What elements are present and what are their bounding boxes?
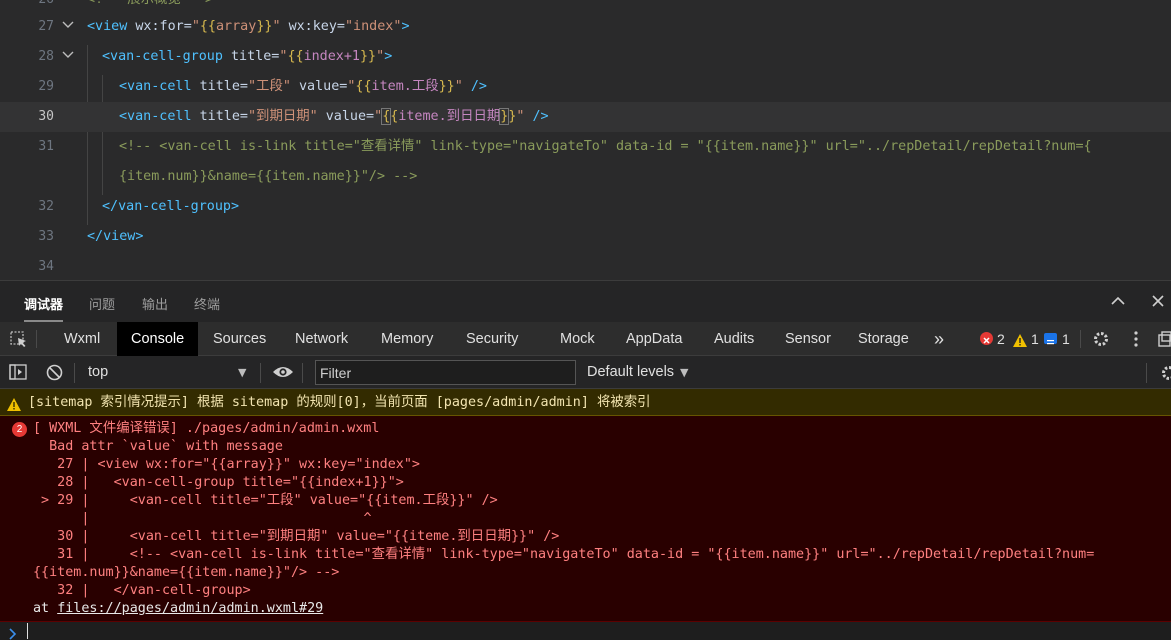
console-toolbar: top ▼ Default levels ▼ [0, 356, 1171, 389]
divider [260, 363, 261, 383]
warning-icon [7, 396, 21, 415]
sidebar-toggle-icon[interactable] [9, 364, 27, 384]
devtools-tab-bar: Wxml Console Sources Network Memory Secu… [0, 322, 1171, 356]
chevron-down-icon[interactable]: ▼ [680, 356, 688, 389]
error-line: > 29 | <van-cell title="工段" value="{{ite… [33, 493, 498, 508]
text-cursor [27, 623, 28, 639]
code-text: <!-- <van-cell is-link title="查看详情" link… [119, 139, 1092, 154]
console-prompt[interactable] [0, 622, 1171, 640]
code-text: {item.num}}&name={{item.name}}"/> --> [119, 169, 418, 184]
code-text: </van-cell-group> [102, 199, 240, 214]
divider [302, 363, 303, 383]
warning-text: [sitemap 索引情况提示] 根据 sitemap 的规则[0]，当前页面 … [28, 395, 651, 410]
code-line[interactable]: 32 </van-cell-group> [0, 192, 1171, 222]
line-number: 33 [38, 229, 54, 244]
settings-gear-icon[interactable] [1092, 330, 1110, 352]
line-number: 32 [38, 199, 54, 214]
code-text: <view wx:for="{{array}}" wx:key="index"> [87, 19, 410, 34]
inspect-element-icon[interactable] [10, 331, 28, 353]
prompt-chevron-icon [9, 625, 17, 640]
tab-mock[interactable]: Mock [546, 322, 609, 356]
console-error-message[interactable]: 2 [ WXML 文件编译错误] ./pages/admin/admin.wxm… [0, 416, 1171, 622]
error-line: Bad attr `value` with message [33, 439, 283, 454]
divider [36, 330, 37, 348]
filter-input[interactable] [315, 360, 576, 385]
line-number: 30 [38, 109, 54, 124]
line-number: 31 [38, 139, 54, 154]
error-line: 31 | <!-- <van-cell is-link title="查看详情"… [33, 547, 1095, 562]
code-line[interactable]: 27 <view wx:for="{{array}}" wx:key="inde… [0, 12, 1171, 42]
close-icon[interactable] [1150, 293, 1166, 313]
code-line[interactable]: 29 <van-cell title="工段" value="{{item.工段… [0, 72, 1171, 102]
context-selector[interactable]: top [88, 356, 108, 389]
code-text: <van-cell title="到期日期" value="{{iteme.到日… [119, 108, 549, 125]
error-line: | ^ [33, 511, 372, 526]
divider [1080, 330, 1081, 348]
code-text: </view> [87, 229, 144, 244]
error-count-badge: 2 [12, 422, 27, 437]
chevron-down-icon[interactable] [62, 42, 76, 72]
info-message-icon [1044, 333, 1057, 345]
code-line[interactable]: 31 <!-- <van-cell is-link title="查看详情" l… [0, 132, 1171, 162]
tab-network[interactable]: Network [281, 322, 362, 356]
console-settings-gear-icon[interactable] [1160, 364, 1171, 386]
divider [74, 363, 75, 383]
tab-sources[interactable]: Sources [199, 322, 280, 356]
clear-console-icon[interactable] [46, 364, 63, 385]
tab-security[interactable]: Security [452, 322, 532, 356]
warning-icon [1013, 332, 1027, 351]
line-number: 29 [38, 79, 54, 94]
line-number: 27 [38, 19, 54, 34]
console-output[interactable]: [sitemap 索引情况提示] 根据 sitemap 的规则[0]，当前页面 … [0, 389, 1171, 640]
tab-sensor[interactable]: Sensor [771, 322, 845, 356]
code-line[interactable]: 28 <van-cell-group title="{{index+1}}"> [0, 42, 1171, 72]
error-location: at files://pages/admin/admin.wxml#29 [33, 600, 323, 618]
code-editor[interactable]: 26 <!-- 展示概览 --> 27 <view wx:for="{{arra… [0, 0, 1171, 280]
tab-debugger[interactable]: 调试器 [24, 294, 64, 322]
error-line: 27 | <view wx:for="{{array}}" wx:key="in… [33, 457, 420, 472]
tab-problems[interactable]: 问题 [89, 294, 115, 313]
line-number: 34 [38, 259, 54, 274]
error-line: [ WXML 文件编译错误] ./pages/admin/admin.wxml [33, 421, 380, 436]
tab-terminal[interactable]: 终端 [194, 294, 220, 313]
tab-audits[interactable]: Audits [700, 322, 768, 356]
chevron-up-icon[interactable] [1110, 293, 1126, 313]
code-line-wrapped[interactable]: {item.num}}&name={{item.name}}"/> --> [0, 162, 1171, 192]
error-at-prefix: at [33, 601, 58, 616]
chevron-down-icon[interactable] [62, 12, 76, 42]
eye-icon[interactable] [272, 364, 294, 384]
more-tabs-button[interactable]: » [920, 322, 958, 356]
undock-icon[interactable] [1158, 330, 1171, 352]
tab-output[interactable]: 输出 [142, 294, 168, 313]
code-text: <van-cell-group title="{{index+1}}"> [102, 49, 393, 64]
error-source-link[interactable]: files://pages/admin/admin.wxml#29 [57, 601, 323, 616]
divider [1146, 363, 1147, 383]
code-line[interactable]: 34 [0, 252, 1171, 280]
more-options-icon[interactable] [1133, 330, 1139, 352]
tab-wxml[interactable]: Wxml [50, 322, 114, 356]
tab-appdata[interactable]: AppData [612, 322, 696, 356]
error-icon [980, 332, 993, 345]
code-text: <van-cell title="工段" value="{{item.工段}}"… [119, 79, 487, 94]
code-line[interactable]: 33 </view> [0, 222, 1171, 252]
panel-tab-bar: 调试器 问题 输出 终端 [0, 280, 1171, 324]
info-count[interactable]: 1 [1062, 322, 1070, 356]
error-line: 30 | <van-cell title="到期日期" value="{{ite… [33, 529, 560, 544]
error-line: 32 | </van-cell-group> [33, 583, 251, 598]
log-levels-dropdown[interactable]: Default levels [587, 356, 674, 389]
code-line-current[interactable]: 30 <van-cell title="到期日期" value="{{iteme… [0, 102, 1171, 132]
tab-memory[interactable]: Memory [367, 322, 447, 356]
tab-storage[interactable]: Storage [844, 322, 923, 356]
console-warning-message[interactable]: [sitemap 索引情况提示] 根据 sitemap 的规则[0]，当前页面 … [0, 389, 1171, 416]
line-number: 28 [38, 49, 54, 64]
chevron-down-icon[interactable]: ▼ [238, 356, 246, 389]
error-count[interactable]: 2 [997, 322, 1005, 356]
error-line: {{item.num}}&name={{item.name}}"/> --> [33, 565, 340, 580]
warning-count[interactable]: 1 [1031, 322, 1039, 356]
error-line: 28 | <van-cell-group title="{{index+1}}"… [33, 475, 404, 490]
tab-console[interactable]: Console [117, 322, 199, 356]
